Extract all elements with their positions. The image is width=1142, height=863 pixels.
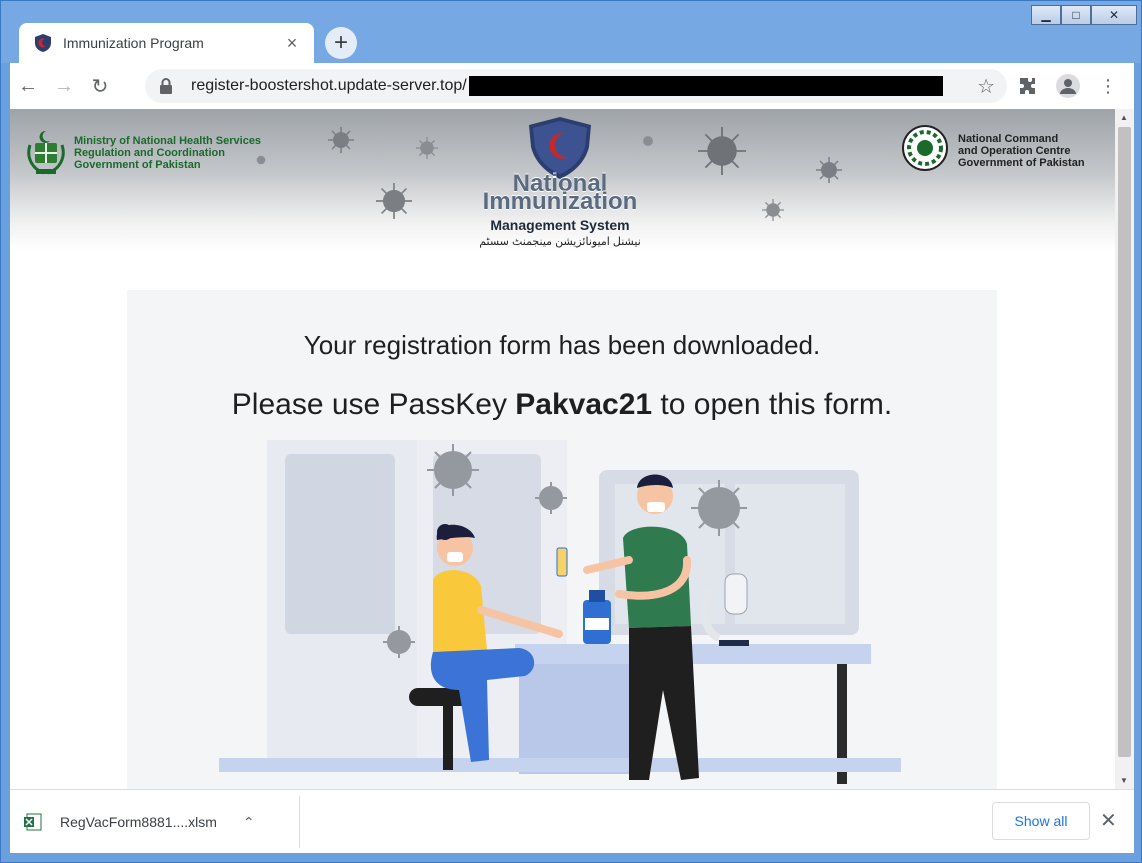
nims-title-line-2: Immunization bbox=[482, 188, 638, 215]
download-shelf: RegVacForm8881....xlsm ⌃ Show all ✕ bbox=[10, 789, 1134, 853]
pakistan-emblem-icon bbox=[27, 130, 65, 175]
browser-menu-icon[interactable]: ⋮ bbox=[1092, 68, 1124, 104]
download-confirmation-text: Your registration form has been download… bbox=[303, 330, 821, 360]
minimize-button[interactable]: ▁ bbox=[1031, 5, 1061, 25]
lock-icon[interactable] bbox=[159, 78, 173, 94]
virus-decoration-icon bbox=[328, 127, 354, 153]
redacted-url-part bbox=[468, 76, 943, 96]
back-button[interactable]: ← bbox=[10, 68, 46, 104]
reload-button[interactable]: ↻ bbox=[82, 68, 118, 104]
nims-subtitle: Management System bbox=[490, 217, 630, 233]
excel-file-icon bbox=[24, 813, 42, 831]
shield-favicon-icon bbox=[35, 34, 51, 52]
maximize-button[interactable]: □ bbox=[1061, 5, 1091, 25]
window-close-button[interactable]: ✕ bbox=[1091, 5, 1137, 25]
page-viewport: Ministry of National Health Services Reg… bbox=[10, 109, 1134, 789]
title-bar: ▁ □ ✕ Immunization Program × + bbox=[1, 1, 1141, 63]
download-file-name: RegVacForm8881....xlsm bbox=[60, 814, 217, 830]
close-download-shelf-icon[interactable]: ✕ bbox=[1100, 808, 1117, 833]
virus-decoration-icon bbox=[762, 199, 784, 221]
passkey-prefix: Please use PassKey bbox=[231, 388, 516, 421]
scroll-up-arrow-icon[interactable]: ▲ bbox=[1120, 113, 1128, 122]
virus-decoration-icon bbox=[698, 127, 746, 175]
ministry-line: Government of Pakistan bbox=[74, 159, 201, 171]
forward-button[interactable]: → bbox=[46, 68, 82, 104]
browser-toolbar: ← → ↻ register-boostershot.update-server… bbox=[10, 63, 1134, 109]
show-all-button[interactable]: Show all bbox=[992, 802, 1090, 840]
vaccination-illustration bbox=[219, 440, 901, 784]
nims-urdu-subtitle: نیشنل امیونائزیشن مینجمنٹ سسٹم bbox=[479, 236, 641, 248]
bookmark-star-icon[interactable]: ☆ bbox=[977, 74, 995, 99]
virus-decoration-icon bbox=[376, 183, 412, 219]
passkey-instruction: Please use PassKey Pakvac21 to open this… bbox=[127, 388, 997, 422]
ncoc-logo: National Command and Operation Centre Go… bbox=[902, 125, 1085, 171]
scroll-down-arrow-icon[interactable]: ▼ bbox=[1120, 776, 1128, 785]
browser-tab[interactable]: Immunization Program × bbox=[19, 23, 314, 63]
download-notice-card: Your registration form has been download… bbox=[127, 290, 997, 789]
tab-close-icon[interactable]: × bbox=[282, 33, 302, 54]
chevron-up-icon[interactable]: ⌃ bbox=[243, 814, 255, 831]
url-text: register-boostershot.update-server.top/ bbox=[191, 77, 467, 94]
address-bar[interactable]: register-boostershot.update-server.top/ … bbox=[145, 69, 1007, 103]
new-tab-button[interactable]: + bbox=[325, 27, 357, 59]
window-controls: ▁ □ ✕ bbox=[1031, 5, 1137, 25]
site-header-banner: Ministry of National Health Services Reg… bbox=[10, 109, 1115, 251]
ncoc-line: Government of Pakistan bbox=[958, 157, 1085, 169]
divider bbox=[299, 796, 300, 848]
browser-window: ▁ □ ✕ Immunization Program × + ← → ↻ reg… bbox=[0, 0, 1142, 863]
page-scrollbar[interactable]: ▲ ▼ bbox=[1115, 109, 1134, 789]
passkey-suffix: to open this form. bbox=[652, 388, 893, 421]
ministry-line: Ministry of National Health Services bbox=[74, 135, 262, 147]
ncoc-line: and Operation Centre bbox=[958, 145, 1071, 157]
ncoc-text: National Command and Operation Centre Go… bbox=[958, 133, 1085, 169]
passkey-value: Pakvac21 bbox=[515, 388, 653, 421]
ministry-of-health-logo: Ministry of National Health Services Reg… bbox=[26, 129, 261, 177]
tab-title: Immunization Program bbox=[63, 35, 204, 51]
ministry-line: Regulation and Coordination bbox=[74, 147, 225, 159]
ncoc-line: National Command bbox=[958, 133, 1059, 145]
nims-logo: National Immunization Management System … bbox=[450, 117, 670, 248]
ncoc-emblem-icon bbox=[902, 125, 948, 171]
profile-avatar-icon[interactable] bbox=[1052, 68, 1084, 104]
extensions-puzzle-icon[interactable] bbox=[1012, 68, 1044, 104]
ministry-text: Ministry of National Health Services Reg… bbox=[74, 135, 261, 171]
virus-decoration-icon bbox=[416, 137, 438, 159]
download-item[interactable]: RegVacForm8881....xlsm ⌃ bbox=[24, 804, 255, 840]
virus-decoration-icon bbox=[816, 157, 842, 183]
scrollbar-thumb[interactable] bbox=[1118, 127, 1131, 757]
toolbar-right-actions: ⋮ bbox=[1012, 68, 1124, 104]
